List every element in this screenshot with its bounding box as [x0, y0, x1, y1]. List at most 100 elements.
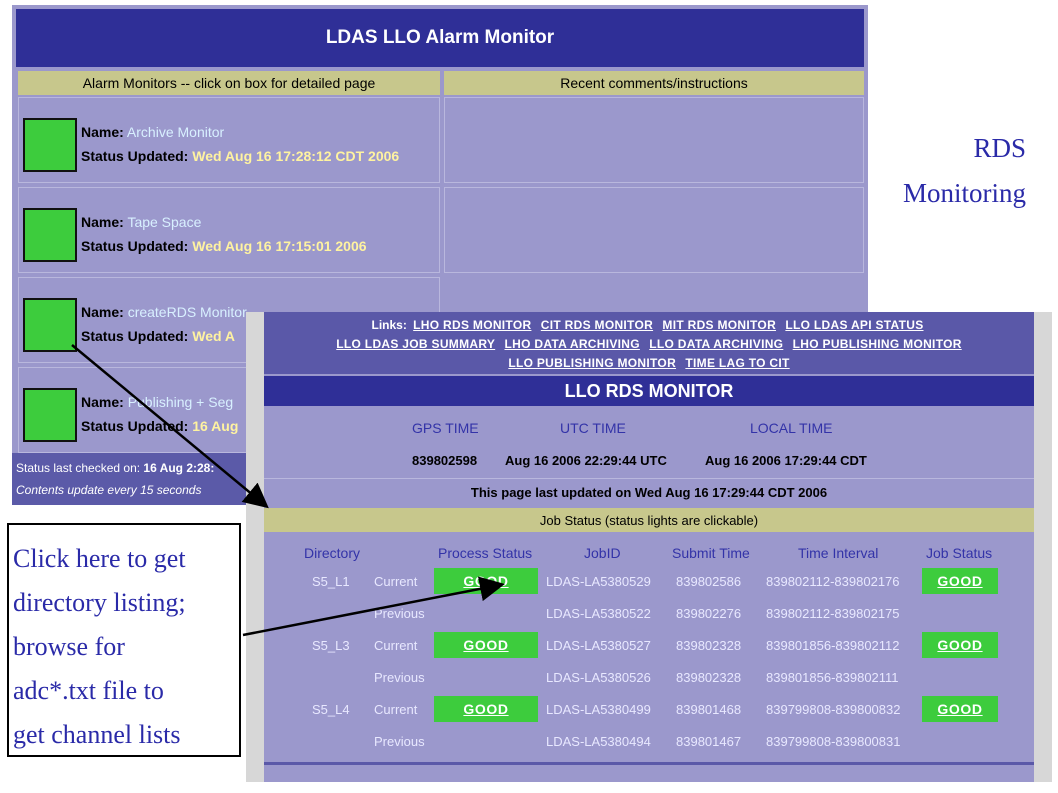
link-cit-rds-monitor[interactable]: CIT RDS MONITOR: [541, 318, 653, 332]
status-updated-label: Status Updated:: [81, 328, 189, 344]
page-bottom-rule: [264, 762, 1034, 765]
name-label: Name:: [81, 394, 124, 410]
status-light-publishing[interactable]: [23, 388, 77, 442]
note-line: directory listing;: [13, 588, 186, 617]
local-time-value: Aug 16 2006 17:29:44 CDT: [705, 453, 867, 468]
run-label[interactable]: Current: [374, 702, 417, 717]
link-lho-rds-monitor[interactable]: LHO RDS MONITOR: [413, 318, 531, 332]
name-label: Name:: [81, 124, 124, 140]
rds-monitor-window: Links: LHO RDS MONITOR CIT RDS MONITOR M…: [246, 312, 1052, 782]
process-status-button[interactable]: GOOD: [434, 632, 538, 658]
job-id: LDAS-LA5380494: [546, 734, 651, 749]
status-light-archive[interactable]: [23, 118, 77, 172]
run-label[interactable]: Current: [374, 574, 417, 589]
alarm-page-title: LDAS LLO Alarm Monitor: [16, 9, 864, 67]
job-id: LDAS-LA5380527: [546, 638, 651, 653]
status-updated-label: Status Updated:: [81, 238, 189, 254]
status-updated-label: Status Updated:: [81, 148, 189, 164]
col-time-interval: Time Interval: [798, 545, 879, 561]
submit-time: 839802276: [676, 606, 742, 621]
name-label: Name:: [81, 304, 124, 320]
note-line: Click here to get: [13, 544, 186, 573]
utc-time-header: UTC TIME: [560, 420, 626, 436]
note-line: browse for: [13, 632, 125, 661]
comments-cell: [444, 187, 864, 273]
link-time-lag-to-cit[interactable]: TIME LAG TO CIT: [685, 356, 789, 370]
rds-monitoring-caption: RDS Monitoring: [903, 126, 1026, 216]
local-time-header: LOCAL TIME: [750, 420, 833, 436]
rds-page-title: LLO RDS MONITOR: [264, 376, 1034, 406]
process-status-button[interactable]: GOOD: [434, 568, 538, 594]
alarm-row: Name: Archive Monitor Status Updated: We…: [18, 97, 440, 183]
note-line: adc*.txt file to: [13, 676, 164, 705]
col-jobid: JobID: [584, 545, 621, 561]
status-updated-value: Wed Aug 16 17:28:12 CDT 2006: [192, 148, 400, 164]
alarm-row: Name: Tape Space Status Updated: Wed Aug…: [18, 187, 440, 273]
monitor-name[interactable]: createRDS Monitor: [128, 304, 247, 320]
submit-time: 839802328: [676, 638, 742, 653]
run-label[interactable]: Current: [374, 638, 417, 653]
links-label: Links:: [371, 318, 407, 332]
run-label[interactable]: Previous: [374, 670, 425, 685]
job-status-button[interactable]: GOOD: [922, 696, 998, 722]
link-lho-publishing-monitor[interactable]: LHO PUBLISHING MONITOR: [793, 337, 962, 351]
note-line: get channel lists: [13, 720, 181, 749]
status-updated-value: Wed A: [192, 328, 236, 344]
status-light-tape-space[interactable]: [23, 208, 77, 262]
links-bar: Links: LHO RDS MONITOR CIT RDS MONITOR M…: [264, 312, 1034, 374]
job-id: LDAS-LA5380526: [546, 670, 651, 685]
utc-time-value: Aug 16 2006 22:29:44 UTC: [505, 453, 667, 468]
caption-line-1: RDS: [973, 133, 1026, 163]
col-process-status: Process Status: [438, 545, 533, 561]
submit-time: 839801467: [676, 734, 742, 749]
caption-line-2: Monitoring: [902, 178, 1026, 208]
col-job-status: Job Status: [926, 545, 993, 561]
submit-time: 839801468: [676, 702, 742, 717]
time-interval: 839802112-839802176: [766, 574, 900, 589]
submit-time: 839802328: [676, 670, 742, 685]
run-label[interactable]: Previous: [374, 734, 425, 749]
job-status-button[interactable]: GOOD: [922, 632, 998, 658]
time-interval: 839802112-839802175: [766, 606, 900, 621]
directory-link[interactable]: S5_L1: [312, 574, 350, 589]
name-label: Name:: [81, 214, 124, 230]
directory-link[interactable]: S5_L3: [312, 638, 350, 653]
comments-cell: [444, 97, 864, 183]
col-directory: Directory: [304, 545, 361, 561]
job-status-button[interactable]: GOOD: [922, 568, 998, 594]
gps-time-value: 839802598: [412, 453, 478, 468]
annotation-box: Click here to get directory listing; bro…: [7, 523, 241, 757]
last-checked-value: 16 Aug 2:28:: [143, 461, 215, 475]
time-interval: 839799808-839800831: [766, 734, 901, 749]
last-updated-text: This page last updated on Wed Aug 16 17:…: [264, 478, 1034, 505]
job-id: LDAS-LA5380529: [546, 574, 651, 589]
link-lho-data-archiving[interactable]: LHO DATA ARCHIVING: [505, 337, 640, 351]
link-llo-ldas-api-status[interactable]: LLO LDAS API STATUS: [785, 318, 923, 332]
run-label[interactable]: Previous: [374, 606, 425, 621]
col-submit-time: Submit Time: [672, 545, 750, 561]
link-llo-data-archiving[interactable]: LLO DATA ARCHIVING: [649, 337, 783, 351]
alarm-col-header-comments: Recent comments/instructions: [444, 71, 864, 95]
rds-monitor-page: Links: LHO RDS MONITOR CIT RDS MONITOR M…: [264, 312, 1034, 782]
directory-link[interactable]: S5_L4: [312, 702, 350, 717]
time-interval: 839799808-839800832: [766, 702, 901, 717]
monitor-name[interactable]: Tape Space: [127, 214, 201, 230]
status-updated-value: Wed Aug 16 17:15:01 2006: [192, 238, 367, 254]
last-checked-label: Status last checked on:: [16, 461, 141, 475]
monitor-name[interactable]: Archive Monitor: [127, 124, 224, 140]
update-note: Contents update every 15 seconds: [16, 483, 202, 497]
monitor-name[interactable]: Publishing + Seg: [128, 394, 233, 410]
gps-time-header: GPS TIME: [412, 420, 479, 436]
job-id: LDAS-LA5380499: [546, 702, 651, 717]
link-mit-rds-monitor[interactable]: MIT RDS MONITOR: [662, 318, 776, 332]
status-light-createrds[interactable]: [23, 298, 77, 352]
time-interval: 839801856-839802111: [766, 670, 899, 685]
job-id: LDAS-LA5380522: [546, 606, 651, 621]
time-interval: 839801856-839802112: [766, 638, 900, 653]
status-updated-label: Status Updated:: [81, 418, 189, 434]
link-llo-ldas-job-summary[interactable]: LLO LDAS JOB SUMMARY: [336, 337, 495, 351]
process-status-button[interactable]: GOOD: [434, 696, 538, 722]
alarm-col-header-monitors: Alarm Monitors -- click on box for detai…: [18, 71, 440, 95]
link-llo-publishing-monitor[interactable]: LLO PUBLISHING MONITOR: [508, 356, 676, 370]
status-updated-value: 16 Aug: [192, 418, 239, 434]
